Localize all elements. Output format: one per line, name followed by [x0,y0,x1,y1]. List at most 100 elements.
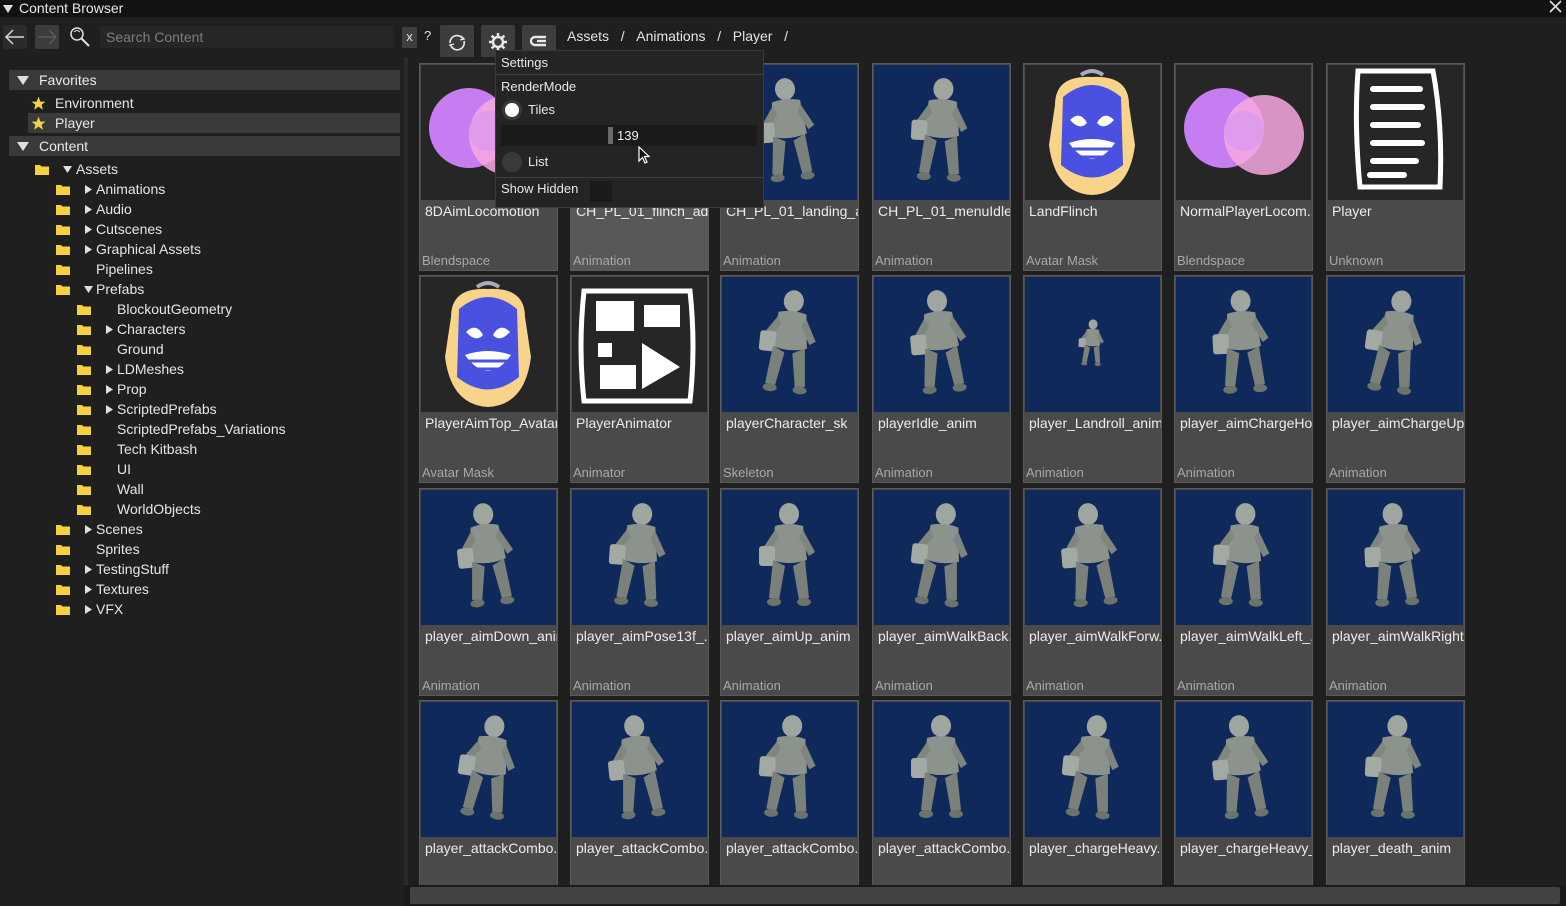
slider-grab[interactable] [608,127,613,144]
show-hidden-checkbox[interactable] [590,181,612,202]
tree-item-label: WorldObjects [117,501,201,517]
asset-tile[interactable]: player_attackCombo... [570,700,709,906]
horizontal-scrollbar[interactable] [410,887,1560,904]
asset-tile[interactable]: player_chargeHeavy... [1023,700,1162,906]
asset-tile[interactable]: player_attackCombo... [720,700,859,906]
tree-item-prefabs[interactable]: Prefabs [56,279,144,299]
chevron-right-icon[interactable] [105,384,114,394]
character-model-icon [911,715,967,818]
breadcrumb-item[interactable]: Assets [567,28,609,44]
tree-item-ldmeshes[interactable]: LDMeshes [77,359,184,379]
folder-icon [77,484,91,495]
tree-item-sprites[interactable]: Sprites [56,539,140,559]
refresh-button[interactable] [440,25,474,58]
help-button[interactable]: ? [424,28,431,43]
star-icon [31,116,46,130]
chevron-right-icon[interactable] [84,184,93,194]
tree-item-animations[interactable]: Animations [56,179,165,199]
asset-name: player_chargeHeavy_... [1180,840,1312,856]
asset-type: Animation [573,678,631,693]
asset-tile[interactable]: player_attackCombo... [872,700,1011,906]
tree-item-scriptedprefabs-variations[interactable]: ScriptedPrefabs_Variations [77,419,286,439]
tree-item-worldobjects[interactable]: WorldObjects [77,499,201,519]
tree-item-prop[interactable]: Prop [77,379,147,399]
asset-tile[interactable]: player_aimWalkBack... Animation [872,488,1011,696]
list-radio[interactable] [502,152,522,172]
tree-item-scriptedprefabs[interactable]: ScriptedPrefabs [77,399,217,419]
asset-tile[interactable]: CH_PL_01_menuIdle... Animation [872,63,1011,271]
asset-tile[interactable]: player_aimChargeHo... Animation [1174,275,1313,483]
breadcrumb-item[interactable]: Animations [636,28,705,44]
asset-type: Animation [573,253,631,268]
chevron-right-icon[interactable] [84,564,93,574]
favorite-item-environment[interactable]: Environment [28,93,400,113]
chevron-right-icon[interactable] [84,604,93,614]
tile-size-slider[interactable]: 139 [501,125,757,146]
chevron-down-icon[interactable] [63,165,72,174]
character-model-icon [607,715,666,820]
asset-tile[interactable]: player_aimWalkLeft_... Animation [1174,488,1313,696]
breadcrumb: Assets / Animations / Player / [567,28,788,44]
content-header[interactable]: Content [9,136,400,156]
asset-tile[interactable]: PlayerAimTop_Avatar Avatar Mask [419,275,558,483]
tree-item-audio[interactable]: Audio [56,199,132,219]
tree-item-blockoutgeometry[interactable]: BlockoutGeometry [77,299,232,319]
asset-tile[interactable]: NormalPlayerLocom... Blendspace [1174,63,1313,271]
tree-item-assets[interactable]: Assets [35,159,118,179]
asset-tile[interactable]: playerIdle_anim Animation [872,275,1011,483]
chevron-down-icon[interactable] [84,285,93,294]
tree-item-graphical-assets[interactable]: Graphical Assets [56,239,201,259]
asset-thumbnail [1176,490,1311,625]
tree-item-textures[interactable]: Textures [56,579,149,599]
asset-tile[interactable]: LandFlinch Avatar Mask [1023,63,1162,271]
asset-tile[interactable]: player_aimPose13f_... Animation [570,488,709,696]
breadcrumb-item[interactable]: Player [733,28,773,44]
folder-icon [56,604,70,615]
tree-item-ui[interactable]: UI [77,459,131,479]
clear-search-button[interactable]: x [402,27,417,48]
tree-item-cutscenes[interactable]: Cutscenes [56,219,162,239]
asset-tile[interactable]: player_aimWalkRight... Animation [1326,488,1465,696]
tree-item-tech-kitbash[interactable]: Tech Kitbash [77,439,197,459]
window-title: Content Browser [19,0,124,16]
asset-tile[interactable]: player_aimUp_anim Animation [720,488,859,696]
asset-tile[interactable]: player_Landroll_anim Animation [1023,275,1162,483]
tree-item-characters[interactable]: Characters [77,319,185,339]
chevron-right-icon[interactable] [84,584,93,594]
asset-tile[interactable]: player_attackCombo... [419,700,558,906]
tree-item-pipelines[interactable]: Pipelines [56,259,153,279]
favorite-item-player[interactable]: Player [28,113,400,133]
asset-tile[interactable]: PlayerAnimator Animator [570,275,709,483]
forward-button[interactable] [35,25,59,49]
tree-item-ground[interactable]: Ground [77,339,164,359]
chevron-right-icon[interactable] [84,524,93,534]
tree-item-scenes[interactable]: Scenes [56,519,143,539]
collapse-triangle-icon[interactable] [3,4,13,14]
tree-item-wall[interactable]: Wall [77,479,144,499]
panel-splitter[interactable] [404,57,408,906]
chevron-right-icon[interactable] [105,404,114,414]
asset-tile[interactable]: player_death_anim [1326,700,1465,906]
chevron-right-icon[interactable] [105,324,114,334]
asset-tile[interactable]: Player Unknown [1326,63,1465,271]
search-input[interactable] [100,26,394,48]
asset-tile[interactable]: playerCharacter_sk Skeleton [720,275,859,483]
close-icon[interactable] [1549,0,1562,13]
tree-item-label: Animations [96,181,166,197]
chevron-right-icon[interactable] [84,204,93,214]
favorites-header[interactable]: Favorites [9,70,400,90]
asset-thumbnail [1025,277,1160,412]
chevron-right-icon[interactable] [105,364,114,374]
search-icon[interactable] [68,25,92,49]
chevron-right-icon[interactable] [84,224,93,234]
back-button[interactable] [3,25,27,49]
tree-item-label: Wall [117,481,144,497]
asset-tile[interactable]: player_aimDown_anim Animation [419,488,558,696]
tiles-radio[interactable] [502,100,522,120]
tree-item-vfx[interactable]: VFX [56,599,123,619]
asset-tile[interactable]: player_chargeHeavy_... [1174,700,1313,906]
tree-item-testingstuff[interactable]: TestingStuff [56,559,169,579]
asset-tile[interactable]: player_aimWalkForw... Animation [1023,488,1162,696]
asset-tile[interactable]: player_aimChargeUp... Animation [1326,275,1465,483]
chevron-right-icon[interactable] [84,244,93,254]
